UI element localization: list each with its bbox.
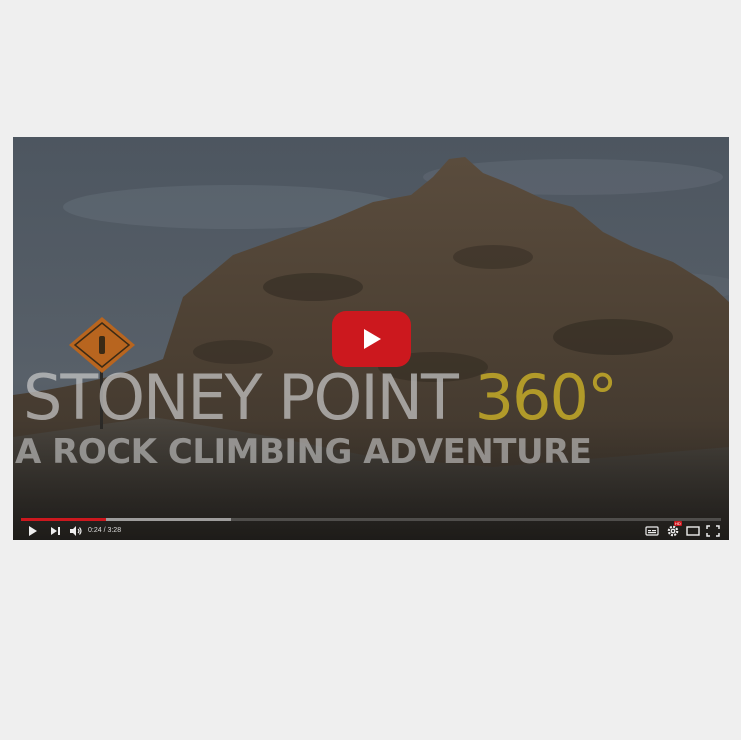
theater-mode-icon [686, 526, 700, 536]
captions-button[interactable] [644, 523, 660, 539]
theater-mode-button[interactable] [685, 523, 701, 539]
current-time: 0:24 [88, 527, 102, 534]
play-button[interactable] [25, 523, 41, 539]
duration: 3:28 [107, 527, 122, 534]
progress-played [21, 518, 107, 521]
settings-button[interactable]: HD [665, 521, 682, 539]
video-subtitle-overlay: A ROCK CLIMBING ADVENTURE [15, 432, 592, 472]
video-title-overlay: STONEY POINT 360° [23, 367, 618, 429]
fullscreen-icon [706, 525, 720, 537]
next-icon [51, 527, 60, 535]
captions-icon [645, 526, 659, 536]
time-display: 0:24 / 3:28 [88, 527, 121, 534]
volume-icon [70, 526, 82, 536]
control-bar: 0:24 / 3:28 HD [13, 521, 729, 540]
mute-button[interactable] [68, 523, 84, 539]
hd-badge: HD [674, 521, 682, 526]
title-main-text: STONEY POINT [23, 361, 459, 434]
fullscreen-button[interactable] [705, 523, 721, 539]
title-accent-text: 360° [474, 361, 618, 434]
progress-bar[interactable] [21, 518, 721, 521]
large-play-button[interactable] [332, 311, 411, 367]
next-button[interactable] [48, 523, 64, 539]
video-player[interactable]: STONEY POINT 360° A ROCK CLIMBING ADVENT… [13, 137, 729, 540]
play-icon [29, 526, 37, 536]
play-triangle-icon [364, 329, 381, 349]
